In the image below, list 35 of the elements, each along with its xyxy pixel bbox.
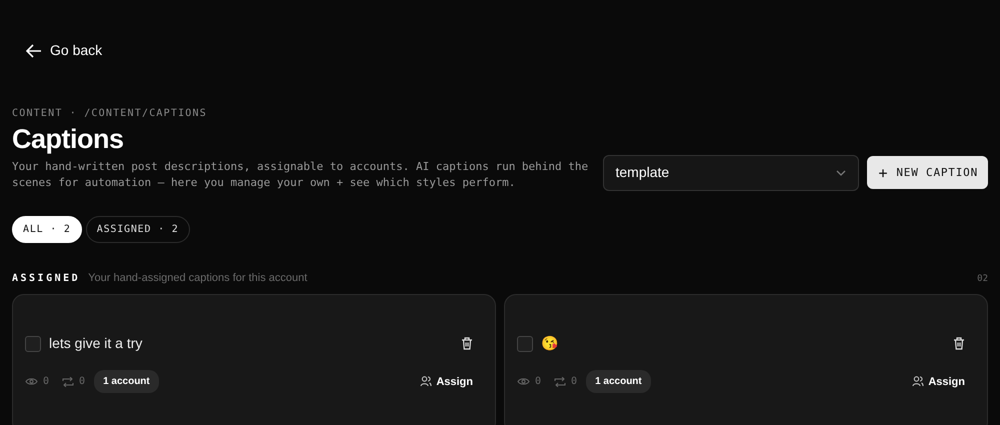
page-description: Your hand-written post descriptions, assignable to accounts. AI captions run behind the scenes for automation — here you manage your own + see which styles perform. [12, 158, 590, 192]
chevron-down-icon [836, 170, 846, 176]
select-checkbox[interactable] [25, 336, 41, 352]
account-count: 1 account [94, 370, 159, 394]
eye-icon [25, 377, 38, 386]
eye-icon [517, 377, 530, 386]
view-count: 0 [535, 375, 542, 390]
select-checkbox[interactable] [517, 336, 533, 352]
trash-icon [461, 337, 473, 350]
filter-tab[interactable]: ASSIGNED · 2 [86, 216, 190, 243]
caption-text: 😘 [541, 334, 558, 354]
users-icon [420, 376, 432, 388]
caption-text: lets give it a try [49, 334, 142, 354]
assign-button[interactable]: Assign [420, 374, 473, 390]
view-count: 0 [43, 375, 50, 390]
account-count: 1 account [586, 370, 651, 394]
delete-button[interactable] [461, 337, 473, 350]
assign-button[interactable]: Assign [912, 374, 965, 390]
trash-icon [953, 337, 965, 350]
delete-button[interactable] [953, 337, 965, 350]
users-icon [912, 376, 924, 388]
repost-icon [62, 376, 74, 387]
section-subtitle: Your hand-assigned captions for this account [88, 270, 308, 286]
breadcrumb: CONTENT · /CONTENT/CAPTIONS [12, 106, 208, 120]
repost-count: 0 [79, 375, 86, 390]
repost-count: 0 [571, 375, 578, 390]
repost-icon [554, 376, 566, 387]
filter-tab[interactable]: ALL · 2 [12, 216, 82, 243]
section-title: ASSIGNED [12, 272, 80, 286]
template-select[interactable]: template [602, 154, 858, 191]
section-count: 02 [977, 272, 988, 286]
page-title: Captions [12, 122, 125, 155]
back-arrow-icon [26, 44, 42, 58]
back-link[interactable]: Go back [12, 0, 102, 61]
new-caption-button[interactable]: + NEW CAPTION [866, 156, 988, 190]
